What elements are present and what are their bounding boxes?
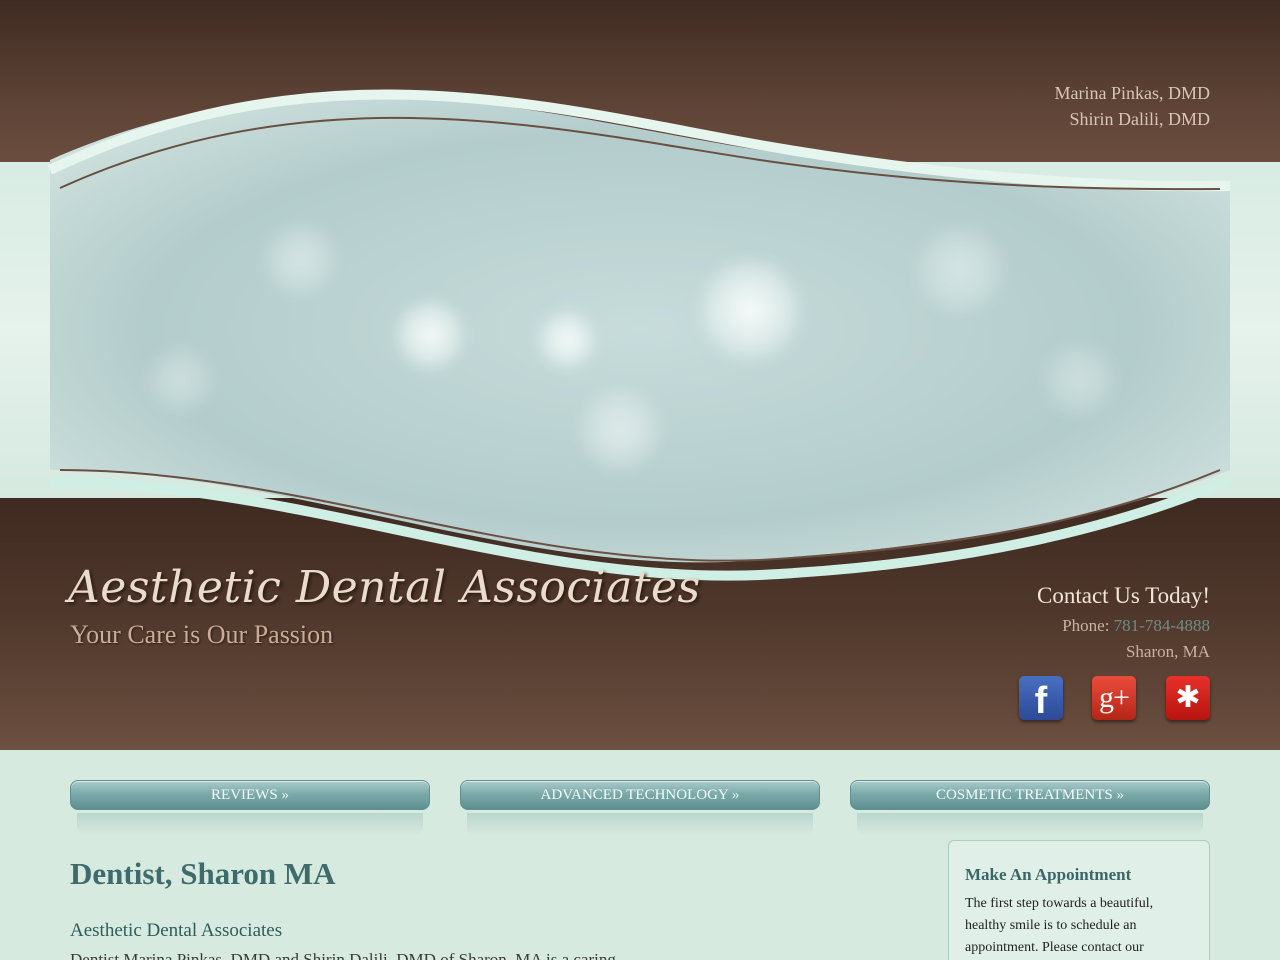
phone-line: Phone: 781-784-4888 xyxy=(890,614,1210,638)
site-logo[interactable]: Aesthetic Dental Associates xyxy=(68,562,701,613)
contact-block: Contact Us Today! Phone: 781-784-4888 Sh… xyxy=(890,580,1210,664)
doctors-list: Marina Pinkas, DMD Shirin Dalili, DMD xyxy=(1055,80,1211,132)
facebook-icon[interactable]: f xyxy=(1019,676,1063,722)
doctor-name: Marina Pinkas, DMD xyxy=(1054,83,1211,103)
contact-title: Contact Us Today! xyxy=(1037,583,1210,608)
page-title: Dentist, Sharon MA xyxy=(70,856,336,891)
yelp-icon[interactable]: ✱ xyxy=(1166,676,1210,720)
phone-label: Phone: xyxy=(1062,616,1110,635)
appointment-panel: Make An Appointment The first step towar… xyxy=(948,840,1210,960)
appointment-text: The first step towards a beautiful, heal… xyxy=(965,896,1154,955)
google-plus-icon[interactable]: g+ xyxy=(1092,676,1136,720)
nav-advanced-technology-button[interactable]: ADVANCED TECHNOLOGY » xyxy=(460,780,820,835)
nav-reviews-button[interactable]: REVIEWS » xyxy=(70,780,430,835)
practice-name-heading: Aesthetic Dental Associates xyxy=(70,920,283,941)
location-text: Sharon, MA xyxy=(1125,642,1210,661)
appointment-title: Make An Appointment xyxy=(965,865,1132,884)
site-tagline: Your Care is Our Passion xyxy=(70,620,334,649)
phone-link[interactable]: 781-784-4888 xyxy=(1114,616,1210,635)
doctor-name: Shirin Dalili, DMD xyxy=(1069,109,1210,129)
nav-cosmetic-treatments-button[interactable]: COSMETIC TREATMENTS » xyxy=(850,780,1210,835)
intro-paragraph: Dentist Marina Pinkas, DMD and Shirin Da… xyxy=(70,950,616,960)
